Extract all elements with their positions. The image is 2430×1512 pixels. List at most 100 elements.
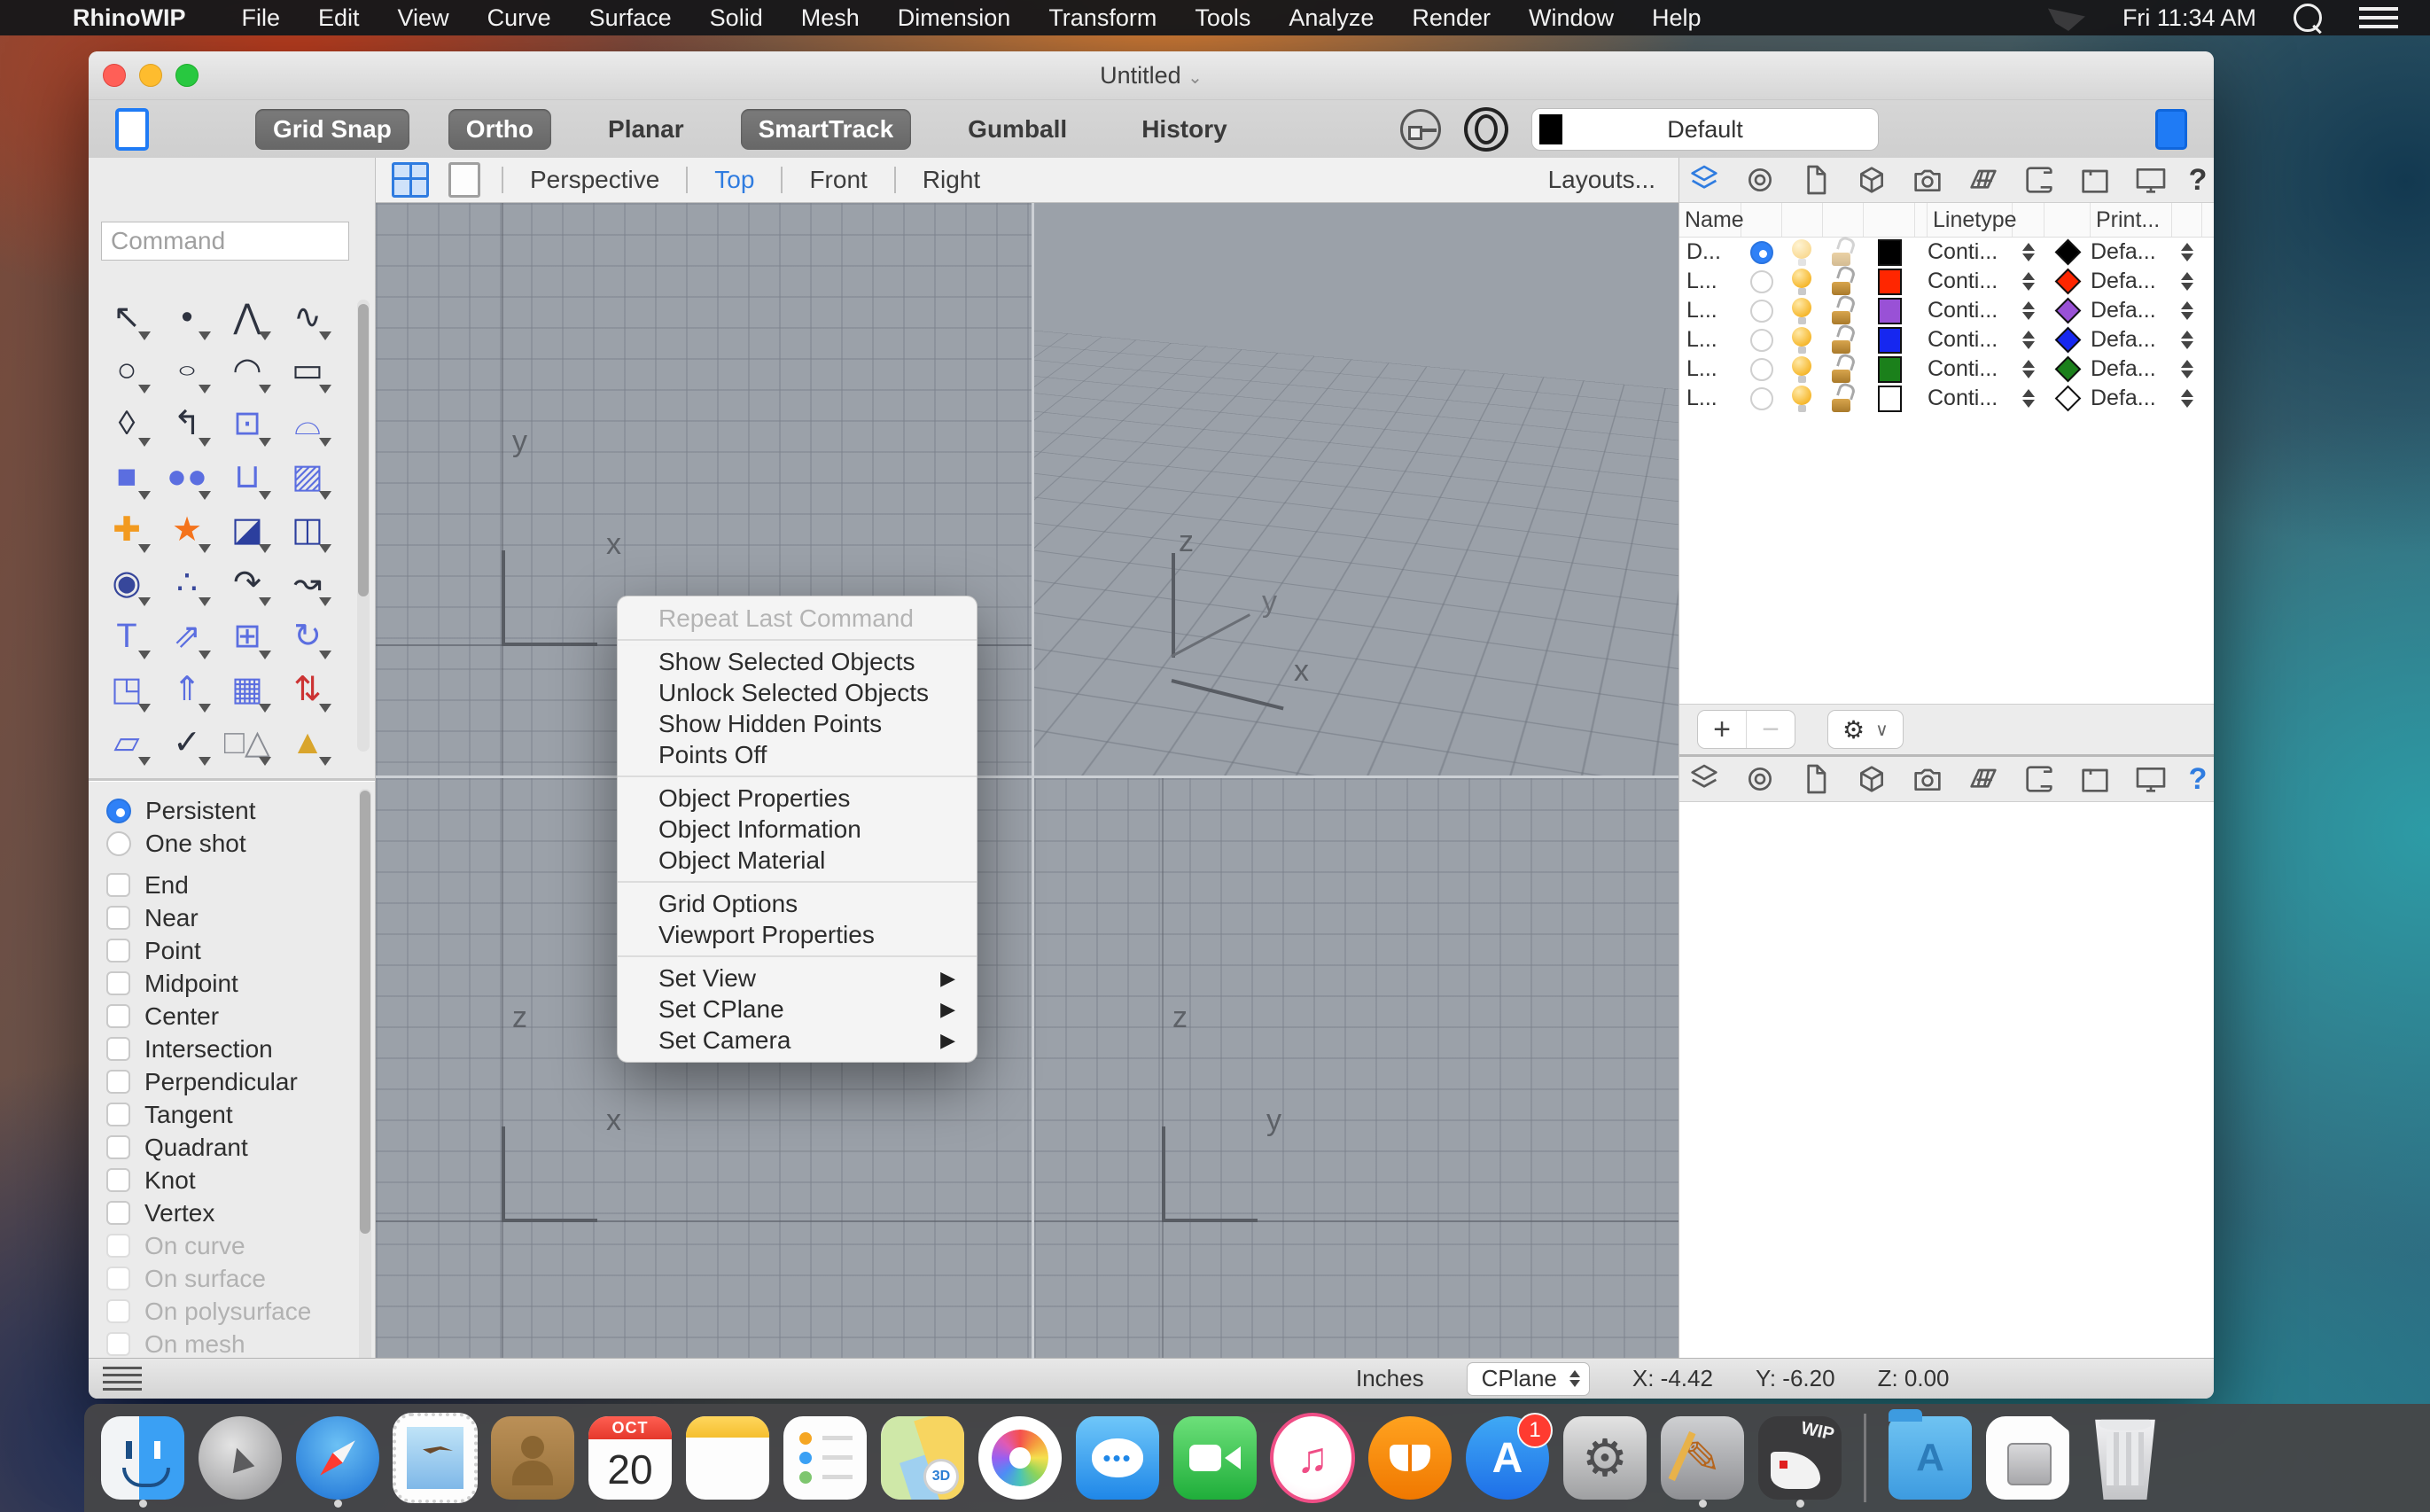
viewport-h-divider[interactable] <box>376 775 1678 778</box>
print-stepper-icon[interactable] <box>2172 389 2202 408</box>
column-spacer[interactable] <box>1864 203 1915 237</box>
extend-curve-tool-icon[interactable]: ↝ <box>278 557 337 610</box>
offset-tool-icon[interactable]: ▱ <box>97 716 156 769</box>
layer-row[interactable]: D... Conti... Defa... <box>1679 238 2214 267</box>
pyramid-hand-tool-icon[interactable]: ▲ <box>278 716 337 769</box>
box-icon[interactable] <box>1854 761 1889 797</box>
units-label[interactable]: Inches <box>1356 1365 1424 1392</box>
layer-row[interactable]: L... Conti... Defa... <box>1679 267 2214 296</box>
menu-item-set-view[interactable]: Set View ▶ <box>618 963 977 994</box>
viewport-right[interactable]: z y <box>1034 778 1678 1359</box>
linetype-stepper-icon[interactable] <box>2013 389 2044 408</box>
viewport-perspective[interactable]: z y x <box>1034 203 1678 775</box>
viewport-v-divider[interactable] <box>1032 203 1034 1359</box>
current-layer-radio[interactable] <box>1750 386 1773 410</box>
display-icon[interactable] <box>2133 761 2169 797</box>
tab-front[interactable]: Front <box>804 166 872 194</box>
menu-item-unlock-selected-objects[interactable]: Unlock Selected Objects <box>618 677 977 708</box>
notes-icon[interactable] <box>2021 162 2057 198</box>
primitives-tool-icon[interactable]: □△ <box>218 716 276 769</box>
menu-solid[interactable]: Solid <box>710 4 763 32</box>
box-icon[interactable] <box>1854 162 1889 198</box>
print-color-diamond-icon[interactable] <box>2054 326 2081 354</box>
layer-color-swatch[interactable] <box>1877 268 1902 295</box>
menu-help[interactable]: Help <box>1652 4 1702 32</box>
menu-dimension[interactable]: Dimension <box>898 4 1011 32</box>
document-icon[interactable] <box>1798 162 1834 198</box>
linetype-stepper-icon[interactable] <box>2013 331 2044 349</box>
boolean-union-tool-icon[interactable]: ◉ <box>97 557 156 610</box>
layer-color-swatch[interactable] <box>1877 297 1902 324</box>
column-spacer[interactable] <box>2013 203 2044 237</box>
toggle-smarttrack[interactable]: SmartTrack <box>740 109 912 150</box>
osnap-radio-persistent[interactable]: Persistent <box>106 794 354 827</box>
print-color-diamond-icon[interactable] <box>2054 238 2081 266</box>
layer-color-swatch[interactable] <box>1877 238 1902 266</box>
trim-tool-icon[interactable]: ◪ <box>218 503 276 557</box>
dock-launchpad[interactable]: ▲ <box>198 1408 283 1508</box>
dock-calendar[interactable]: OCT 20 <box>588 1408 673 1508</box>
spotlight-icon[interactable] <box>2294 4 2322 32</box>
rhino-tray-icon[interactable] <box>2047 8 2085 31</box>
control-curve-tool-icon[interactable]: ∿ <box>278 291 337 344</box>
column-spacer[interactable] <box>1782 203 1823 237</box>
osnap-checkbox-tangent[interactable]: Tangent <box>106 1098 354 1131</box>
cylinder-tool-icon[interactable]: ⊔ <box>218 450 276 503</box>
osnap-checkbox-intersection[interactable]: Intersection <box>106 1033 354 1065</box>
toggle-grid-snap[interactable]: Grid Snap <box>255 109 409 150</box>
column-linetype[interactable]: Linetype <box>1928 203 2017 237</box>
print-stepper-icon[interactable] <box>2172 301 2202 320</box>
ellipse-tool-icon[interactable]: ○ <box>158 344 216 397</box>
dock-reminders[interactable] <box>783 1408 868 1508</box>
linetype-stepper-icon[interactable] <box>2013 272 2044 291</box>
menu-item-set-cplane[interactable]: Set CPlane ▶ <box>618 994 977 1025</box>
point-tool-icon[interactable]: • <box>158 291 216 344</box>
print-stepper-icon[interactable] <box>2172 272 2202 291</box>
visibility-bulb-icon[interactable] <box>1792 355 1813 383</box>
boolean-difference-tool-icon[interactable]: ◳ <box>97 663 156 716</box>
tab-perspective[interactable]: Perspective <box>525 166 665 194</box>
zoom-extents-tool-icon[interactable]: ⊕ <box>97 769 156 776</box>
osnap-scrollbar[interactable] <box>359 789 371 1359</box>
notes-icon[interactable] <box>2021 761 2057 797</box>
osnap-checkbox-end[interactable]: End <box>106 869 354 901</box>
linetype-stepper-icon[interactable] <box>2013 301 2044 320</box>
dock-books[interactable] <box>1367 1408 1453 1508</box>
split-tool-icon[interactable]: ◫ <box>278 503 337 557</box>
print-color-diamond-icon[interactable] <box>2054 268 2081 295</box>
record-history-icon[interactable] <box>1464 107 1508 152</box>
rotate-tool-icon[interactable]: ↻ <box>278 610 337 663</box>
polyline-tool-icon[interactable]: ⋀ <box>218 291 276 344</box>
menu-item-object-properties[interactable]: Object Properties <box>618 783 977 814</box>
current-layer-radio[interactable] <box>1750 328 1773 352</box>
status-menu-icon[interactable] <box>103 1367 142 1391</box>
array-tool-icon[interactable]: ▦ <box>218 663 276 716</box>
document-icon[interactable] <box>1798 761 1834 797</box>
lock-icon[interactable] <box>1832 356 1855 383</box>
dock-maps[interactable]: 3D <box>880 1408 965 1508</box>
column-spacer[interactable] <box>2172 203 2202 237</box>
menu-curve[interactable]: Curve <box>487 4 551 32</box>
dock-appstore[interactable]: A1 <box>1465 1408 1553 1508</box>
dock-mail[interactable] <box>393 1408 478 1508</box>
sphere-tool-icon[interactable]: ●● <box>158 450 216 503</box>
dock-safari[interactable] <box>295 1408 380 1508</box>
current-layer-pill[interactable]: Default <box>1531 108 1879 151</box>
curved-surface-tool-icon[interactable]: ⌓ <box>278 397 337 450</box>
layer-color-swatch[interactable] <box>1877 326 1902 354</box>
cplane-select[interactable]: CPlane <box>1466 1361 1590 1396</box>
current-layer-radio[interactable] <box>1750 269 1773 293</box>
menu-item-object-information[interactable]: Object Information <box>618 814 977 845</box>
puzzle-plugin-tool-icon[interactable]: ✚ <box>97 503 156 557</box>
curve-blend-tool-icon[interactable]: ↷ <box>218 557 276 610</box>
menu-view[interactable]: View <box>398 4 449 32</box>
dock-graphics[interactable]: ✎ <box>1660 1408 1745 1508</box>
four-view-layout-icon[interactable] <box>392 162 429 198</box>
materials-icon[interactable] <box>1966 162 2001 198</box>
explode-tool-icon[interactable]: ★ <box>158 503 216 557</box>
visibility-bulb-icon[interactable] <box>1792 297 1813 324</box>
layer-row[interactable]: L... Conti... Defa... <box>1679 384 2214 413</box>
column-spacer[interactable] <box>1741 203 1782 237</box>
dock-photos[interactable] <box>977 1408 1063 1508</box>
menu-item-viewport-properties[interactable]: Viewport Properties <box>618 919 977 950</box>
